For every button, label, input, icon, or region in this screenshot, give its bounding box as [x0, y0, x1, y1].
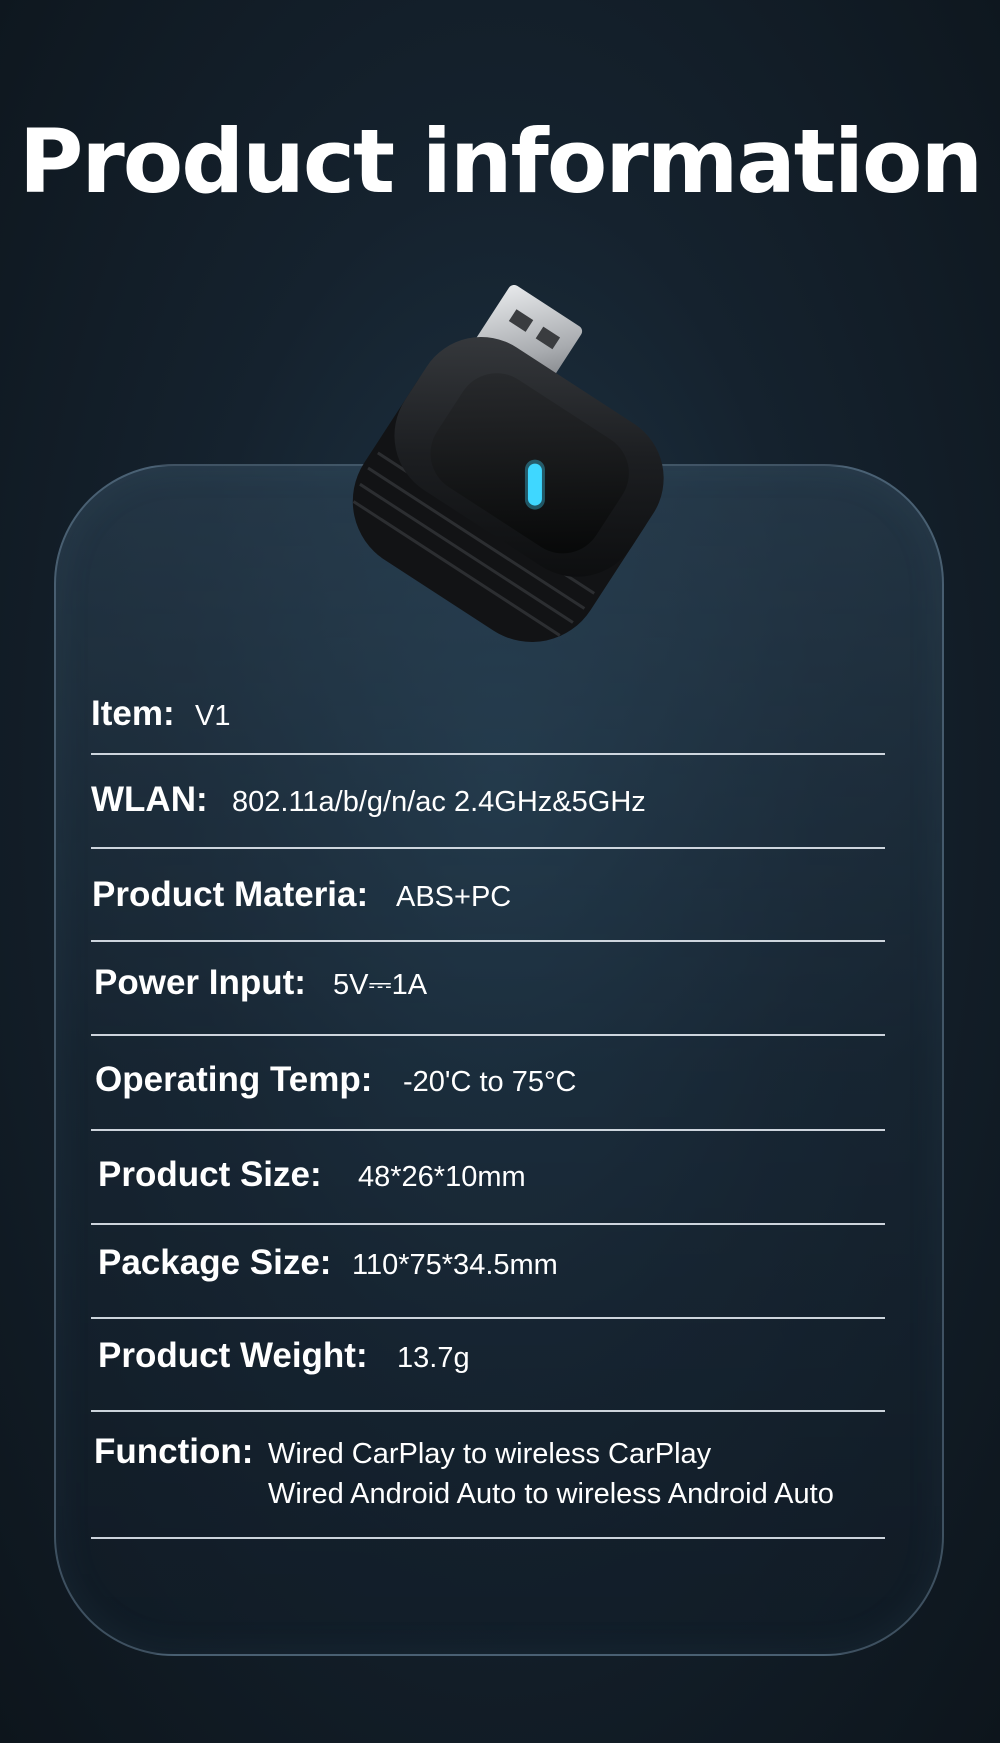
spec-label: Item: [91, 694, 175, 733]
spec-label: Product Size: [98, 1155, 322, 1194]
spec-label: Product Materia: [92, 875, 369, 914]
spec-value: 5V⎓1A [333, 969, 428, 1001]
spec-label: Power Input: [94, 963, 306, 1002]
spec-row-package-size: Package Size: 110*75*34.5mm [91, 1225, 885, 1319]
spec-label: WLAN: [91, 780, 208, 819]
spec-row-function: Function: Wired CarPlay to wireless CarP… [91, 1412, 885, 1539]
spec-value: Wired CarPlay to wireless CarPlay [268, 1438, 712, 1470]
spec-row-temp: Operating Temp: -20'C to 75°C [91, 1036, 885, 1131]
usb-wireless-adapter-icon [352, 285, 664, 642]
spec-label: Package Size: [98, 1243, 332, 1282]
spec-label: Product Weight: [98, 1336, 368, 1375]
spec-row-weight: Product Weight: 13.7g [91, 1319, 885, 1412]
spec-value: 48*26*10mm [358, 1161, 526, 1193]
spec-row-power: Power Input: 5V⎓1A [91, 942, 885, 1036]
spec-label: Operating Temp: [95, 1060, 373, 1099]
spec-list: Item: V1 WLAN: 802.11a/b/g/n/ac 2.4GHz&5… [91, 670, 885, 1539]
spec-label: Function: [94, 1432, 254, 1471]
spec-row-wlan: WLAN: 802.11a/b/g/n/ac 2.4GHz&5GHz [91, 755, 885, 849]
spec-value: 802.11a/b/g/n/ac 2.4GHz&5GHz [232, 786, 646, 818]
spec-row-item: Item: V1 [91, 670, 885, 755]
spec-row-material: Product Materia: ABS+PC [91, 849, 885, 942]
spec-value: -20'C to 75°C [403, 1066, 577, 1098]
spec-value: 13.7g [397, 1342, 470, 1374]
spec-value: ABS+PC [396, 881, 512, 913]
spec-value: 110*75*34.5mm [352, 1249, 558, 1281]
page-title: Product information [18, 110, 983, 213]
spec-value-line2: Wired Android Auto to wireless Android A… [268, 1478, 834, 1510]
spec-row-product-size: Product Size: 48*26*10mm [91, 1131, 885, 1225]
spec-value: V1 [195, 700, 231, 732]
